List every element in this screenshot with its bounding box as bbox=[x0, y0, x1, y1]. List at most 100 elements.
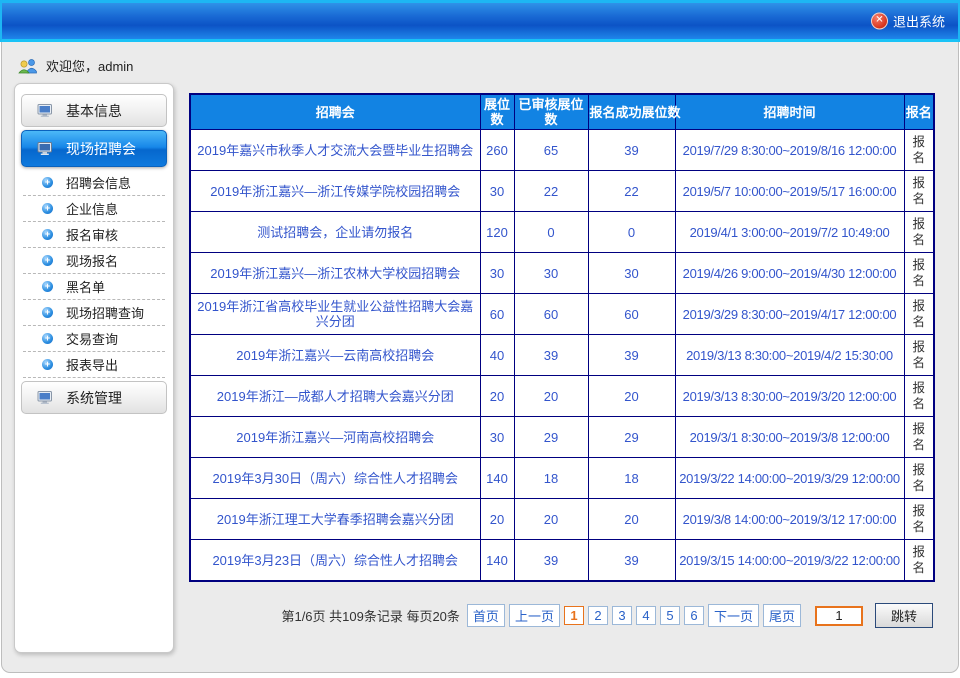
header-reviewed-count: 已审核展位数 bbox=[514, 94, 588, 130]
next-page-button[interactable]: 下一页 bbox=[708, 604, 759, 627]
pagination-bar: 第1/6页 共109条记录 每页20条 首页 上一页 1 2 3 4 5 6 下… bbox=[189, 603, 933, 628]
signup-link[interactable]: 报名 bbox=[912, 258, 925, 288]
recruit-time: 2019/3/13 8:30:00~2019/4/2 15:30:00 bbox=[675, 335, 904, 376]
fair-name-link[interactable]: 2019年3月30日（周六）综合性人才招聘会 bbox=[212, 471, 458, 486]
last-page-button[interactable]: 尾页 bbox=[763, 604, 801, 627]
table-row: 2019年浙江嘉兴—云南高校招聘会 40 39 39 2019/3/13 8:3… bbox=[190, 335, 934, 376]
logout-button[interactable]: ✕ 退出系统 bbox=[871, 12, 945, 31]
sidebar-subitem[interactable]: + 招聘会信息 bbox=[23, 170, 165, 196]
signup-link[interactable]: 报名 bbox=[912, 135, 925, 165]
page-number-button[interactable]: 1 bbox=[564, 606, 584, 625]
registered-count: 18 bbox=[588, 458, 675, 499]
monitor-icon bbox=[37, 142, 53, 156]
registered-count: 20 bbox=[588, 376, 675, 417]
header-recruit-time: 招聘时间 bbox=[675, 94, 904, 130]
signup-link[interactable]: 报名 bbox=[912, 422, 925, 452]
signup-link[interactable]: 报名 bbox=[912, 176, 925, 206]
top-bar: ✕ 退出系统 bbox=[0, 0, 960, 42]
users-icon bbox=[18, 58, 39, 74]
registered-count: 39 bbox=[588, 540, 675, 582]
fair-name-link[interactable]: 测试招聘会，企业请勿报名 bbox=[257, 225, 413, 240]
sidebar-subitem[interactable]: + 黑名单 bbox=[23, 274, 165, 300]
sidebar-item-label: 现场招聘会 bbox=[66, 139, 136, 159]
welcome-row: 欢迎您，admin bbox=[2, 42, 958, 76]
jump-page-input[interactable] bbox=[815, 606, 863, 626]
plus-circle-icon: + bbox=[42, 203, 53, 214]
table-row: 2019年3月30日（周六）综合性人才招聘会 140 18 18 2019/3/… bbox=[190, 458, 934, 499]
reviewed-count: 22 bbox=[514, 171, 588, 212]
reviewed-count: 60 bbox=[514, 294, 588, 335]
signup-link[interactable]: 报名 bbox=[912, 545, 925, 575]
fair-name-link[interactable]: 2019年浙江—成都人才招聘大会嘉兴分团 bbox=[217, 389, 454, 404]
reviewed-count: 29 bbox=[514, 417, 588, 458]
registered-count: 29 bbox=[588, 417, 675, 458]
sidebar-submenu: + 招聘会信息 + 企业信息 + 报名审核 + 现场报名 + 黑名单 + 现场招… bbox=[23, 170, 165, 378]
welcome-text: 欢迎您，admin bbox=[46, 56, 133, 75]
page-number-button[interactable]: 3 bbox=[612, 606, 632, 625]
booth-count: 140 bbox=[480, 458, 514, 499]
fair-name-link[interactable]: 2019年浙江嘉兴—河南高校招聘会 bbox=[236, 430, 434, 445]
sidebar-subitem[interactable]: + 企业信息 bbox=[23, 196, 165, 222]
sidebar-item-onsite-fair[interactable]: 现场招聘会 bbox=[21, 130, 167, 167]
reviewed-count: 0 bbox=[514, 212, 588, 253]
table-row: 2019年3月23日（周六）综合性人才招聘会 140 39 39 2019/3/… bbox=[190, 540, 934, 582]
registered-count: 22 bbox=[588, 171, 675, 212]
plus-circle-icon: + bbox=[42, 333, 53, 344]
recruit-time: 2019/4/1 3:00:00~2019/7/2 10:49:00 bbox=[675, 212, 904, 253]
sidebar-subitem[interactable]: + 现场招聘查询 bbox=[23, 300, 165, 326]
layout-row: 基本信息 现场招聘会 + 招聘会信息 + 企业信息 + 报 bbox=[2, 83, 958, 653]
sidebar-subitem-label: 招聘会信息 bbox=[66, 173, 131, 192]
booth-count: 20 bbox=[480, 499, 514, 540]
fair-name-link[interactable]: 2019年浙江嘉兴—云南高校招聘会 bbox=[236, 348, 434, 363]
sidebar-subitem[interactable]: + 现场报名 bbox=[23, 248, 165, 274]
pagination-info: 第1/6页 共109条记录 每页20条 bbox=[281, 606, 459, 625]
sidebar-subitem[interactable]: + 报表导出 bbox=[23, 352, 165, 378]
page-number-button[interactable]: 2 bbox=[588, 606, 608, 625]
registered-count: 30 bbox=[588, 253, 675, 294]
first-page-button[interactable]: 首页 bbox=[467, 604, 505, 627]
sidebar-subitem-label: 现场报名 bbox=[66, 251, 118, 270]
plus-circle-icon: + bbox=[42, 359, 53, 370]
fair-name-link[interactable]: 2019年浙江嘉兴—浙江传媒学院校园招聘会 bbox=[210, 184, 460, 199]
sidebar-item-label: 基本信息 bbox=[66, 101, 122, 121]
signup-link[interactable]: 报名 bbox=[912, 299, 925, 329]
signup-link[interactable]: 报名 bbox=[912, 381, 925, 411]
signup-link[interactable]: 报名 bbox=[912, 463, 925, 493]
fair-name-link[interactable]: 2019年浙江嘉兴—浙江农林大学校园招聘会 bbox=[210, 266, 460, 281]
header-fair-name: 招聘会 bbox=[190, 94, 480, 130]
booth-count: 20 bbox=[480, 376, 514, 417]
reviewed-count: 20 bbox=[514, 376, 588, 417]
content-panel: 欢迎您，admin 基本信息 bbox=[1, 42, 959, 673]
signup-link[interactable]: 报名 bbox=[912, 340, 925, 370]
registered-count: 60 bbox=[588, 294, 675, 335]
sidebar-item-basic-info[interactable]: 基本信息 bbox=[21, 94, 167, 127]
registered-count: 39 bbox=[588, 130, 675, 171]
header-booth-count: 展位数 bbox=[480, 94, 514, 130]
jump-button[interactable]: 跳转 bbox=[875, 603, 933, 628]
sidebar-item-system-management[interactable]: 系统管理 bbox=[21, 381, 167, 414]
fair-name-link[interactable]: 2019年浙江理工大学春季招聘会嘉兴分团 bbox=[217, 512, 454, 527]
sidebar-item-label: 系统管理 bbox=[66, 388, 122, 408]
registered-count: 39 bbox=[588, 335, 675, 376]
reviewed-count: 39 bbox=[514, 335, 588, 376]
monitor-icon bbox=[37, 391, 53, 405]
main-area: 招聘会 展位数 已审核展位数 报名成功展位数 招聘时间 报名 2019年嘉兴市秋… bbox=[189, 83, 935, 628]
table-row: 测试招聘会，企业请勿报名 120 0 0 2019/4/1 3:00:00~20… bbox=[190, 212, 934, 253]
table-row: 2019年浙江—成都人才招聘大会嘉兴分团 20 20 20 2019/3/13 … bbox=[190, 376, 934, 417]
page-number-button[interactable]: 4 bbox=[636, 606, 656, 625]
prev-page-button[interactable]: 上一页 bbox=[509, 604, 560, 627]
table-header-row: 招聘会 展位数 已审核展位数 报名成功展位数 招聘时间 报名 bbox=[190, 94, 934, 130]
sidebar-subitem[interactable]: + 交易查询 bbox=[23, 326, 165, 352]
registered-count: 0 bbox=[588, 212, 675, 253]
recruit-time: 2019/3/15 14:00:00~2019/3/22 12:00:00 bbox=[675, 540, 904, 582]
signup-link[interactable]: 报名 bbox=[912, 504, 925, 534]
page-number-button[interactable]: 5 bbox=[660, 606, 680, 625]
header-registered-count: 报名成功展位数 bbox=[588, 94, 675, 130]
signup-link[interactable]: 报名 bbox=[912, 217, 925, 247]
fair-name-link[interactable]: 2019年嘉兴市秋季人才交流大会暨毕业生招聘会 bbox=[197, 143, 473, 158]
fair-name-link[interactable]: 2019年浙江省高校毕业生就业公益性招聘大会嘉兴分团 bbox=[197, 299, 473, 329]
header-signup: 报名 bbox=[904, 94, 934, 130]
sidebar-subitem[interactable]: + 报名审核 bbox=[23, 222, 165, 248]
page-number-button[interactable]: 6 bbox=[684, 606, 704, 625]
fair-name-link[interactable]: 2019年3月23日（周六）综合性人才招聘会 bbox=[212, 553, 458, 568]
